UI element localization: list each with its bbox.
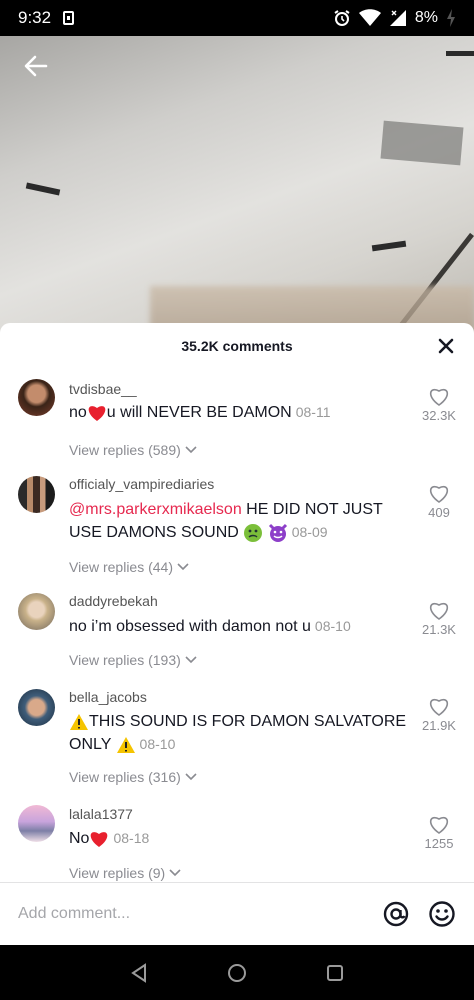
like-button[interactable]: 1255 — [414, 815, 464, 851]
battery-percent: 8% — [414, 9, 438, 26]
comment-text: no i’m obsessed with damon not u 08-10 — [69, 618, 351, 635]
back-arrow-icon[interactable] — [22, 52, 50, 80]
smiling-face-with-horns-icon — [268, 523, 287, 542]
home-circle-icon[interactable] — [225, 961, 249, 985]
heart-outline-icon — [429, 816, 449, 834]
comment-text: @mrs.parkerxmikaelson HE DID NOT JUST US… — [69, 501, 383, 542]
add-comment-input[interactable] — [18, 905, 364, 923]
video-detail — [446, 51, 474, 56]
mention-at-icon[interactable] — [382, 900, 410, 928]
video-detail — [25, 182, 61, 196]
status-bar: 9:32 8% — [0, 0, 474, 36]
avatar[interactable] — [18, 476, 55, 513]
heart-outline-icon — [429, 602, 449, 620]
comment-sheet: 35.2K comments tvdisbae__ no u will NEVER… — [0, 323, 474, 945]
like-count: 21.3K — [422, 622, 456, 637]
red-heart-icon — [88, 405, 106, 421]
comment-item: bella_jacobs THIS SOUND IS FOR DAMON SAL… — [0, 689, 474, 799]
comment-username[interactable]: officialy_vampirediaries — [69, 476, 214, 492]
like-count: 1255 — [424, 836, 454, 851]
avatar[interactable] — [18, 689, 55, 726]
add-comment-bar — [0, 882, 474, 945]
comment-username[interactable]: daddyrebekah — [69, 593, 158, 609]
warning-sign-icon — [116, 736, 135, 753]
comment-text: No 08-18 — [69, 830, 150, 847]
alarm-icon — [334, 10, 350, 26]
comment-username[interactable]: bella_jacobs — [69, 689, 147, 705]
avatar[interactable] — [18, 593, 55, 630]
battery-charging-icon — [447, 9, 455, 27]
video-detail — [371, 240, 407, 252]
comment-text: no u will NEVER BE DAMON 08-11 — [69, 404, 331, 421]
chevron-down-icon — [185, 773, 197, 781]
view-replies-button[interactable]: View replies (44) — [69, 559, 190, 575]
status-time: 9:32 — [18, 8, 52, 27]
system-nav-bar — [0, 945, 474, 1000]
chevron-down-icon — [185, 656, 197, 664]
comment-item: tvdisbae__ no u will NEVER BE DAMON 08-11 … — [0, 379, 474, 489]
comment-item: daddyrebekah no i’m obsessed with damon … — [0, 593, 474, 683]
avatar[interactable] — [18, 379, 55, 416]
sheet-header: 35.2K comments — [0, 323, 474, 369]
recents-square-icon[interactable] — [323, 961, 347, 985]
view-replies-button[interactable]: View replies (9) — [69, 865, 182, 881]
heart-outline-icon — [429, 485, 449, 503]
signal-icon — [389, 10, 406, 26]
notification-icon — [63, 11, 75, 25]
video-player[interactable] — [0, 36, 474, 336]
like-button[interactable]: 32.3K — [414, 387, 464, 423]
comment-item: officialy_vampirediaries @mrs.parkerxmik… — [0, 476, 474, 586]
red-heart-icon — [91, 831, 108, 847]
view-replies-button[interactable]: View replies (316) — [69, 769, 198, 785]
back-triangle-icon[interactable] — [127, 961, 151, 985]
view-replies-button[interactable]: View replies (589) — [69, 442, 198, 458]
comment-username[interactable]: tvdisbae__ — [69, 381, 137, 397]
comment-username[interactable]: lalala1377 — [69, 806, 133, 822]
heart-outline-icon — [429, 698, 449, 716]
emoji-smiley-icon[interactable] — [428, 900, 456, 928]
heart-outline-icon — [429, 388, 449, 406]
like-button[interactable]: 21.9K — [414, 697, 464, 733]
like-button[interactable]: 21.3K — [414, 601, 464, 637]
chevron-down-icon — [177, 563, 189, 571]
like-button[interactable]: 409 — [414, 484, 464, 520]
nauseated-face-icon — [244, 523, 263, 542]
like-count: 21.9K — [422, 718, 456, 733]
avatar[interactable] — [18, 805, 55, 842]
comment-text: THIS SOUND IS FOR DAMON SALVATORE ONLY 0… — [69, 713, 407, 753]
mention-link[interactable]: @mrs.parkerxmikaelson — [69, 501, 242, 518]
view-replies-button[interactable]: View replies (193) — [69, 652, 198, 668]
warning-sign-icon — [70, 713, 88, 730]
like-count: 32.3K — [422, 408, 456, 423]
chevron-down-icon — [169, 869, 181, 877]
close-icon[interactable] — [436, 336, 456, 356]
like-count: 409 — [428, 505, 450, 520]
video-detail — [380, 120, 464, 166]
chevron-down-icon — [185, 446, 197, 454]
comment-count-title: 35.2K comments — [181, 338, 293, 354]
wifi-icon — [358, 9, 381, 26]
